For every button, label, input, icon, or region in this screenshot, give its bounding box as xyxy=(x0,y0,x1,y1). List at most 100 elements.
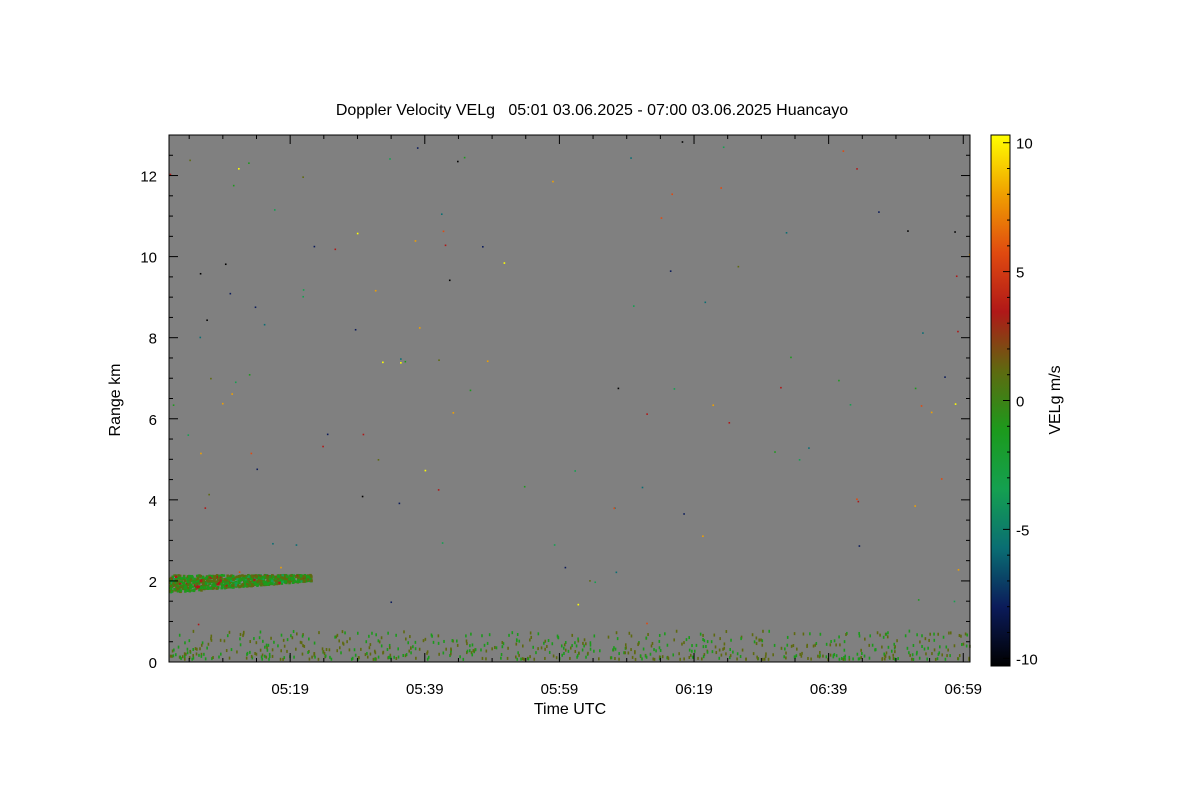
velocity-pixel xyxy=(871,643,874,647)
velocity-pixel xyxy=(192,629,195,633)
velocity-pixel xyxy=(942,635,945,639)
velocity-pixel xyxy=(238,574,242,578)
velocity-pixel xyxy=(780,646,783,650)
velocity-pixel xyxy=(849,404,852,406)
velocity-pixel xyxy=(296,632,298,636)
velocity-pixel xyxy=(685,638,688,642)
velocity-pixel xyxy=(869,634,872,638)
y-axis-label: Range km xyxy=(107,364,124,437)
velocity-pixel xyxy=(844,654,847,658)
colorbar-tick-label: 0 xyxy=(1016,394,1024,411)
velocity-pixel xyxy=(313,641,316,645)
velocity-pixel xyxy=(790,356,792,359)
velocity-pixel xyxy=(753,640,756,644)
velocity-pixel xyxy=(614,657,616,661)
velocity-pixel xyxy=(882,635,885,639)
velocity-pixel xyxy=(912,657,915,661)
velocity-pixel xyxy=(930,411,933,414)
velocity-pixel xyxy=(220,573,224,577)
velocity-pixel xyxy=(445,647,447,651)
velocity-pixel xyxy=(382,651,384,655)
velocity-pixel xyxy=(799,652,801,656)
velocity-pixel xyxy=(466,649,469,653)
velocity-pixel xyxy=(282,638,285,642)
velocity-pixel xyxy=(688,648,691,652)
velocity-pixel xyxy=(912,643,915,647)
velocity-pixel xyxy=(533,657,536,661)
velocity-pixel xyxy=(919,640,921,644)
velocity-pixel xyxy=(530,635,533,639)
velocity-pixel xyxy=(563,643,566,647)
velocity-pixel xyxy=(303,575,306,579)
velocity-pixel xyxy=(801,651,803,655)
velocity-pixel xyxy=(199,579,203,583)
velocity-pixel xyxy=(955,275,958,278)
velocity-pixel xyxy=(340,651,342,655)
velocity-pixel xyxy=(945,645,948,649)
velocity-pixel xyxy=(957,657,959,661)
velocity-pixel xyxy=(224,263,227,266)
velocity-pixel xyxy=(242,634,244,638)
velocity-pixel xyxy=(529,655,531,659)
velocity-pixel xyxy=(518,639,521,643)
velocity-pixel xyxy=(802,632,805,636)
velocity-pixel xyxy=(829,653,832,657)
velocity-pixel xyxy=(377,459,380,461)
velocity-pixel xyxy=(957,330,959,333)
velocity-pixel xyxy=(916,633,918,637)
velocity-pixel xyxy=(242,578,245,582)
velocity-pixel xyxy=(645,636,648,640)
velocity-pixel xyxy=(353,648,356,652)
velocity-pixel xyxy=(571,644,573,648)
velocity-pixel xyxy=(481,656,484,660)
velocity-pixel xyxy=(838,379,840,382)
velocity-pixel xyxy=(833,639,836,643)
velocity-pixel xyxy=(946,654,948,658)
velocity-pixel xyxy=(843,648,846,652)
velocity-pixel xyxy=(255,575,258,579)
velocity-pixel xyxy=(649,652,652,656)
velocity-pixel xyxy=(706,650,709,654)
velocity-pixel xyxy=(720,653,723,657)
velocity-pixel xyxy=(474,648,477,652)
velocity-pixel xyxy=(833,653,836,657)
velocity-pixel xyxy=(673,388,676,390)
velocity-pixel xyxy=(271,654,274,658)
velocity-pixel xyxy=(720,187,723,189)
velocity-pixel xyxy=(339,646,341,650)
velocity-pixel xyxy=(964,632,967,636)
velocity-pixel xyxy=(427,655,430,659)
velocity-pixel xyxy=(409,635,411,639)
velocity-pixel xyxy=(195,582,198,586)
velocity-pixel xyxy=(688,656,691,660)
velocity-pixel xyxy=(410,651,412,655)
velocity-pixel xyxy=(736,652,739,656)
velocity-pixel xyxy=(270,636,272,640)
velocity-pixel xyxy=(784,647,786,651)
velocity-pixel xyxy=(203,586,206,590)
velocity-pixel xyxy=(279,657,282,661)
velocity-pixel xyxy=(634,657,637,661)
y-tick-label: 4 xyxy=(149,493,157,510)
velocity-pixel xyxy=(861,651,863,655)
velocity-pixel xyxy=(761,643,764,647)
velocity-pixel xyxy=(200,589,203,592)
velocity-pixel xyxy=(301,634,304,638)
velocity-pixel xyxy=(209,579,213,583)
velocity-pixel xyxy=(414,240,417,242)
velocity-pixel xyxy=(948,631,950,635)
velocity-pixel xyxy=(318,631,320,635)
velocity-pixel xyxy=(200,643,203,647)
velocity-pixel xyxy=(188,639,191,643)
velocity-pixel xyxy=(281,580,284,584)
velocity-pixel xyxy=(578,651,580,655)
velocity-pixel xyxy=(189,649,191,653)
velocity-pixel xyxy=(301,652,304,656)
velocity-pixel xyxy=(798,459,801,461)
velocity-pixel xyxy=(858,631,860,635)
velocity-pixel xyxy=(886,635,889,639)
velocity-pixel xyxy=(207,642,210,646)
velocity-pixel xyxy=(265,583,269,586)
velocity-pixel xyxy=(634,650,636,654)
velocity-pixel xyxy=(752,652,755,656)
